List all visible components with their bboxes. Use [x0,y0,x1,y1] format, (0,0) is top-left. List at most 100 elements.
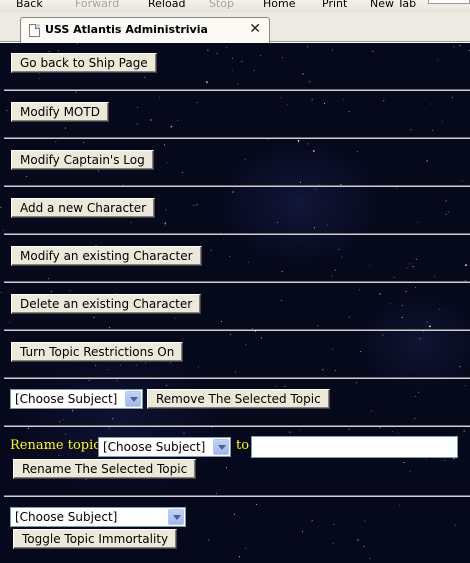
admin-page: Go back to Ship Page Modify MOTD Modify … [0,43,470,563]
star [245,344,247,346]
tab-strip: USS Atlantis Administrivia ✕ [0,12,470,43]
star [196,102,198,104]
star [334,269,336,271]
star [309,81,311,83]
star [28,428,29,430]
star [197,366,199,368]
star [363,545,365,547]
delete-character-button[interactable]: Delete an existing Character [11,294,202,314]
star [166,384,168,386]
star [465,385,466,387]
star [247,261,249,263]
close-icon[interactable]: ✕ [249,21,261,37]
immortality-subject-select[interactable]: [Choose Subject] [10,507,186,527]
star [196,204,198,206]
rename-topic-subject-select[interactable]: [Choose Subject] [98,437,231,457]
star [281,57,283,58]
star [331,275,333,277]
star [164,144,166,146]
select-value: [Choose Subject] [15,510,118,524]
star [465,264,467,266]
tab-active[interactable]: USS Atlantis Administrivia ✕ [20,17,270,43]
star [93,316,95,318]
star [463,430,466,432]
back-button[interactable]: Back [16,0,43,10]
star [26,176,28,177]
reload-button[interactable]: Reload [148,0,185,10]
star [48,50,50,52]
new-topic-name-field[interactable] [251,436,458,458]
star [358,289,360,291]
star [170,362,171,364]
star [221,321,222,322]
star [348,428,350,430]
star [164,222,167,225]
divider [4,425,470,427]
star [170,125,173,128]
stop-button[interactable]: Stop [209,0,234,10]
star [396,187,398,189]
star [459,45,461,47]
star [238,556,240,558]
star [230,334,231,336]
page-icon [29,24,40,37]
modify-captains-log-button[interactable]: Modify Captain's Log [11,150,154,170]
print-button[interactable]: Print [322,0,347,10]
star [226,467,227,469]
chevron-down-icon[interactable] [213,439,229,455]
star [326,224,328,226]
star [284,385,286,387]
star [317,325,319,327]
star [401,316,403,318]
turn-topic-restrictions-on-button[interactable]: Turn Topic Restrictions On [11,342,184,362]
star [444,459,446,461]
star [360,351,362,352]
tab-title: USS Atlantis Administrivia [45,23,208,36]
address-bar[interactable] [428,0,470,4]
remove-topic-button[interactable]: Remove The Selected Topic [147,389,330,409]
star [398,433,400,434]
chevron-down-icon[interactable] [168,509,184,525]
toggle-topic-immortality-button[interactable]: Toggle Topic Immortality [13,529,178,549]
remove-topic-subject-select[interactable]: [Choose Subject] [10,389,143,409]
star [356,382,358,383]
go-back-button[interactable]: Go back to Ship Page [11,53,157,73]
star [76,43,78,44]
star [59,421,61,423]
star [280,299,282,301]
star [234,513,235,515]
star [348,316,350,318]
star [324,103,326,104]
star [75,91,77,93]
rename-topic-button[interactable]: Rename The Selected Topic [13,459,197,479]
star [425,458,427,460]
forward-button[interactable]: Forward [75,0,119,10]
star [454,524,456,526]
star [341,256,343,258]
modify-motd-button[interactable]: Modify MOTD [11,102,109,122]
star [50,291,52,293]
add-character-button[interactable]: Add a new Character [11,198,156,218]
star [260,55,262,56]
star [445,200,447,202]
star [177,119,179,121]
divider [4,233,470,235]
home-button[interactable]: Home [263,0,295,10]
star [107,369,109,370]
star [181,172,183,174]
star [97,170,99,172]
star [261,337,262,339]
star [108,327,110,328]
divider [4,137,470,139]
star [432,129,434,131]
star [245,548,247,550]
star [130,221,132,223]
chevron-down-icon[interactable] [125,391,141,407]
star [429,325,431,328]
modify-character-button[interactable]: Modify an existing Character [11,246,202,266]
star [383,100,385,102]
star [216,52,218,54]
star [382,334,384,336]
new-tab-button[interactable]: New Tab [370,0,416,10]
star [342,98,344,100]
